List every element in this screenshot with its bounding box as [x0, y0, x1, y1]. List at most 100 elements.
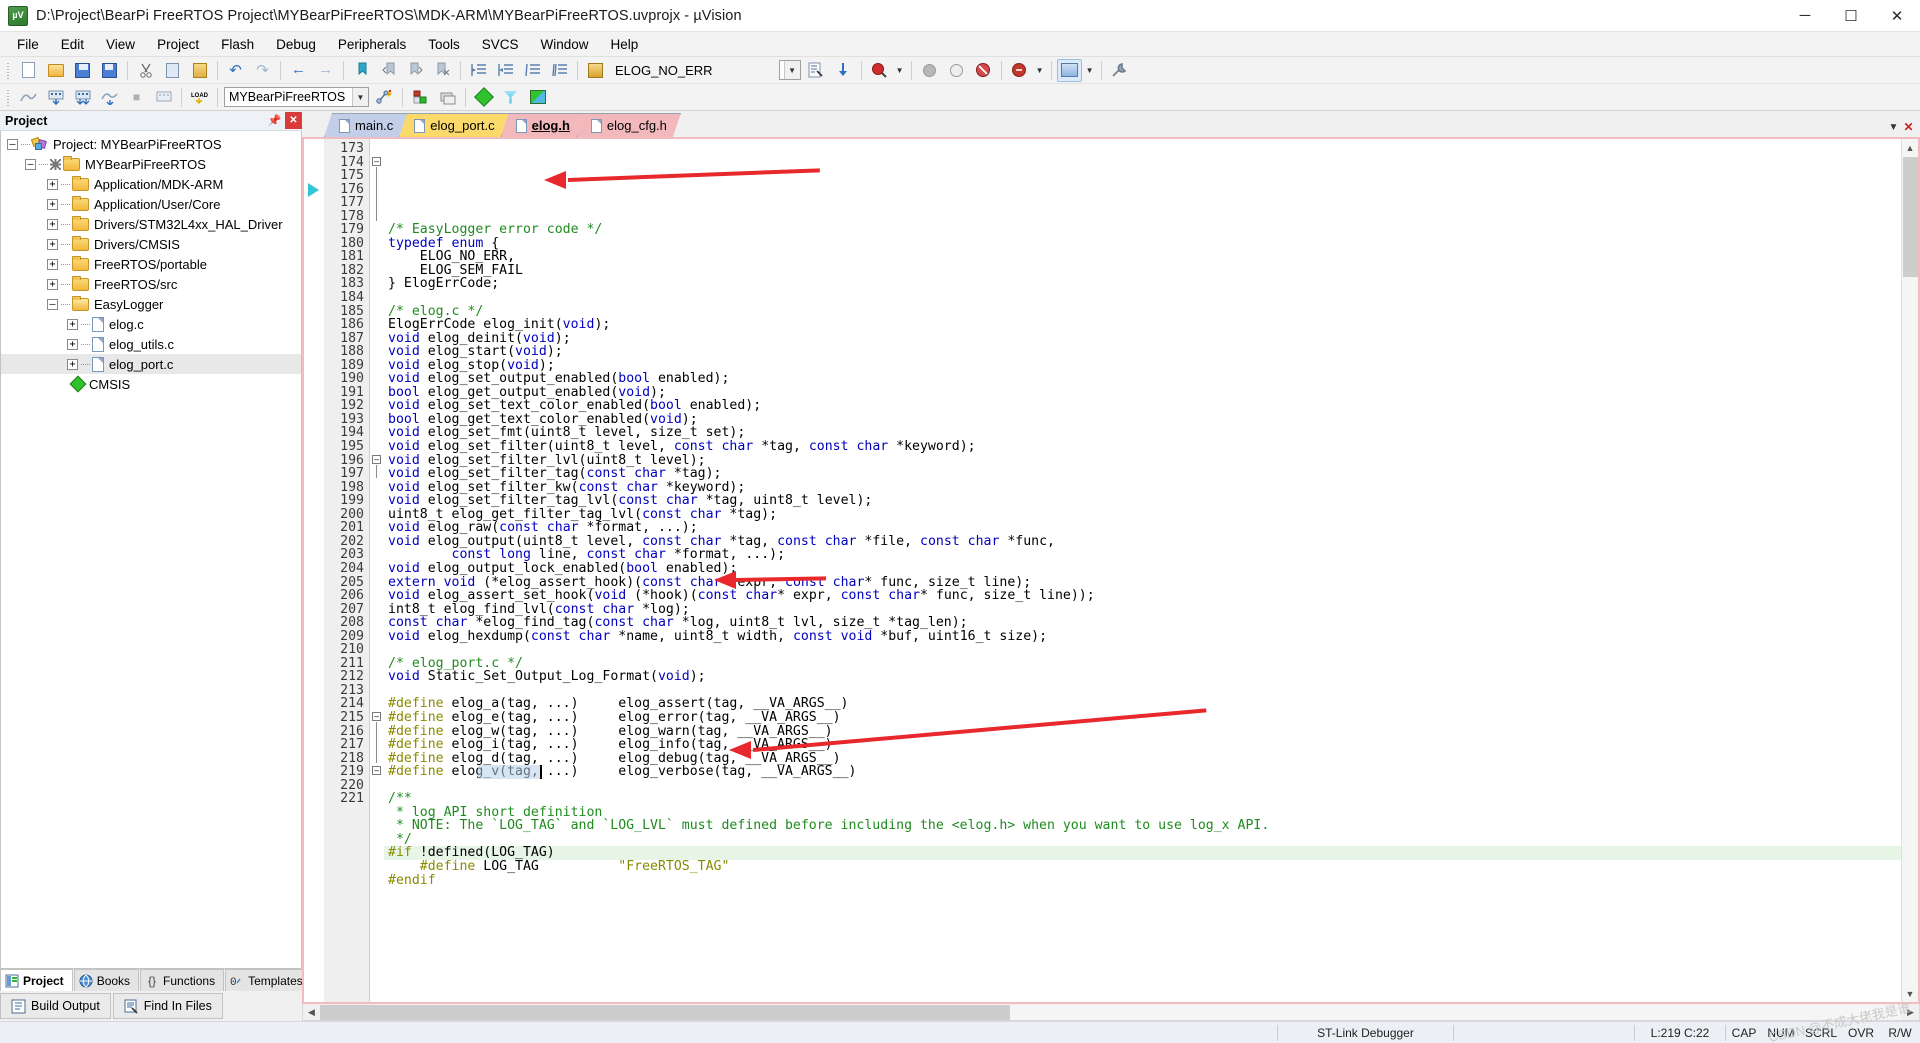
fold-toggle[interactable]: – [372, 156, 381, 166]
comment-button[interactable] [520, 59, 545, 82]
tab-list-dropdown[interactable]: ▼ [1886, 117, 1901, 137]
expand-expander-icon[interactable]: + [67, 338, 78, 350]
collapse-expander-icon[interactable]: – [47, 298, 58, 310]
indent-button[interactable] [466, 59, 491, 82]
tab-close-button[interactable]: ✕ [1901, 117, 1916, 137]
scrollbar-thumb[interactable] [1902, 157, 1918, 277]
expand-expander-icon[interactable]: + [47, 178, 58, 190]
find-history-dropdown[interactable]: ▼ [778, 60, 801, 80]
scroll-left-icon[interactable]: ◀ [303, 1004, 320, 1020]
jump-button[interactable] [831, 59, 856, 82]
new-file-button[interactable] [16, 59, 41, 82]
rebuild-button[interactable] [70, 86, 95, 109]
tab-templates[interactable]: 0 Templates [225, 969, 312, 991]
code-line[interactable]: void elog_set_filter(uint8_t level, cons… [384, 440, 1901, 454]
code-line[interactable] [384, 779, 1901, 793]
breakpoint-empty-button[interactable] [944, 59, 969, 82]
diamond-green-button[interactable] [471, 86, 496, 109]
code-line[interactable]: const long line, const char *format, ...… [384, 548, 1901, 562]
code-line[interactable]: void elog_hexdump(const char *name, uint… [384, 629, 1901, 644]
menu-edit[interactable]: Edit [50, 34, 95, 55]
code-line[interactable]: void elog_stop(void); [384, 358, 1901, 373]
code-line[interactable]: void Static_Set_Output_Log_Format(void); [384, 670, 1901, 684]
code-line[interactable]: #define LOG_TAG "FreeRTOS_TAG" [384, 860, 1901, 874]
registers-button[interactable] [435, 86, 460, 109]
close-button[interactable]: ✕ [1874, 0, 1920, 32]
debug-dropdown[interactable]: ▼ [1034, 59, 1046, 82]
magnifier-button[interactable] [867, 59, 892, 82]
tab-books[interactable]: Books [73, 969, 140, 991]
menu-flash[interactable]: Flash [210, 34, 265, 55]
batch-build-button[interactable] [97, 86, 122, 109]
collapse-expander-icon[interactable]: – [25, 158, 36, 170]
code-line[interactable]: ElogErrCode elog_init(void); [384, 318, 1901, 332]
scrollbar-thumb[interactable] [320, 1004, 1010, 1020]
code-line[interactable]: * NOTE: The `LOG_TAG` and `LOG_LVL` must… [384, 819, 1901, 833]
code-line[interactable]: uint8_t elog_get_filter_tag_lvl(const ch… [384, 507, 1901, 522]
code-line[interactable]: void elog_set_fmt(uint8_t level, size_t … [384, 426, 1901, 440]
scroll-down-icon[interactable]: ▼ [1902, 985, 1919, 1002]
code-line[interactable]: #define elog_v(tag, ...) elog_verbose(ta… [384, 765, 1901, 779]
code-folding-column[interactable]: – – – – [370, 139, 384, 1002]
close-icon[interactable]: ✕ [285, 112, 302, 129]
tree-node-application-mdk-arm[interactable]: + Application/MDK-ARM [1, 174, 301, 194]
fold-toggle[interactable]: – [372, 712, 381, 722]
window-layout-button[interactable] [1056, 58, 1082, 82]
editor-tab-elog-h[interactable]: elog.h [501, 113, 584, 137]
maximize-button[interactable]: ☐ [1828, 0, 1874, 32]
breakpoint-disabled-button[interactable] [917, 59, 942, 82]
tab-functions[interactable]: {} Functions [140, 969, 225, 991]
code-line[interactable]: /** [384, 792, 1901, 806]
uncomment-button[interactable] [547, 59, 572, 82]
navigate-forward-button[interactable]: → [313, 59, 338, 82]
stop-build-button[interactable]: ■ [124, 86, 149, 109]
tree-node-elog-utils-c[interactable]: + elog_utils.c [1, 334, 301, 354]
tree-node-project[interactable]: – Project: MYBearPiFreeRTOS [1, 134, 301, 154]
editor-tab-main-c[interactable]: main.c [324, 113, 407, 137]
tree-node-easylogger[interactable]: – EasyLogger [1, 294, 301, 314]
clear-bookmarks-button[interactable] [430, 59, 455, 82]
minimize-button[interactable]: ─ [1782, 0, 1828, 32]
translate-button[interactable] [16, 86, 41, 109]
outdent-button[interactable] [493, 59, 518, 82]
navigate-back-button[interactable]: ← [286, 59, 311, 82]
save-button[interactable] [70, 59, 95, 82]
expand-expander-icon[interactable]: + [47, 198, 58, 210]
insert-bookmark-button[interactable] [349, 59, 374, 82]
editor-tab-elog-cfg-h[interactable]: elog_cfg.h [576, 113, 681, 137]
window-layout-dropdown[interactable]: ▼ [1084, 59, 1096, 82]
target-selector[interactable]: MYBearPiFreeRTOS ▼ [224, 87, 369, 107]
editor-marker-column[interactable] [304, 139, 324, 1002]
code-line[interactable]: void elog_output(uint8_t level, const ch… [384, 535, 1901, 549]
bookmark-list-button[interactable] [804, 59, 829, 82]
expand-expander-icon[interactable]: + [47, 218, 58, 230]
tab-project[interactable]: Project [0, 969, 73, 991]
code-line[interactable]: bool elog_get_text_color_enabled(void); [384, 413, 1901, 427]
prev-bookmark-button[interactable] [376, 59, 401, 82]
code-line[interactable]: void elog_set_output_enabled(bool enable… [384, 372, 1901, 386]
code-editor[interactable]: 173 174 175 176 177 178 179 180 181 182 183 184 185 1… [302, 137, 1920, 1004]
editor-vertical-scrollbar[interactable]: ▲ ▼ [1901, 139, 1918, 1002]
code-line[interactable]: void elog_set_filter_kw(const char *keyw… [384, 480, 1901, 495]
scroll-up-icon[interactable]: ▲ [1902, 139, 1919, 156]
scrollbar-track[interactable] [320, 1004, 1902, 1020]
code-line[interactable]: #define elog_a(tag, ...) elog_assert(tag… [384, 697, 1901, 711]
menu-debug[interactable]: Debug [265, 34, 327, 55]
code-line[interactable]: const char *elog_find_tag(const char *lo… [384, 616, 1901, 630]
menu-view[interactable]: View [95, 34, 146, 55]
scroll-right-icon[interactable]: ▶ [1902, 1004, 1919, 1020]
code-line[interactable]: extern void (*elog_assert_hook)(const ch… [384, 575, 1901, 590]
code-line[interactable]: void elog_deinit(void); [384, 331, 1901, 346]
tab-build-output[interactable]: Build Output [0, 993, 111, 1019]
configure-button[interactable] [1107, 59, 1132, 82]
code-line[interactable]: #define elog_e(tag, ...) elog_error(tag,… [384, 711, 1901, 725]
code-line[interactable] [384, 643, 1901, 657]
tree-node-drivers-cmsis[interactable]: + Drivers/CMSIS [1, 234, 301, 254]
pin-icon[interactable]: 📌 [266, 112, 283, 129]
fold-toggle[interactable]: – [372, 766, 381, 776]
code-line[interactable]: */ [384, 833, 1901, 847]
paste-button[interactable] [187, 59, 212, 82]
code-line[interactable]: #define elog_i(tag, ...) elog_info(tag, … [384, 738, 1901, 752]
code-line[interactable]: void elog_start(void); [384, 345, 1901, 359]
code-line[interactable] [384, 291, 1901, 305]
